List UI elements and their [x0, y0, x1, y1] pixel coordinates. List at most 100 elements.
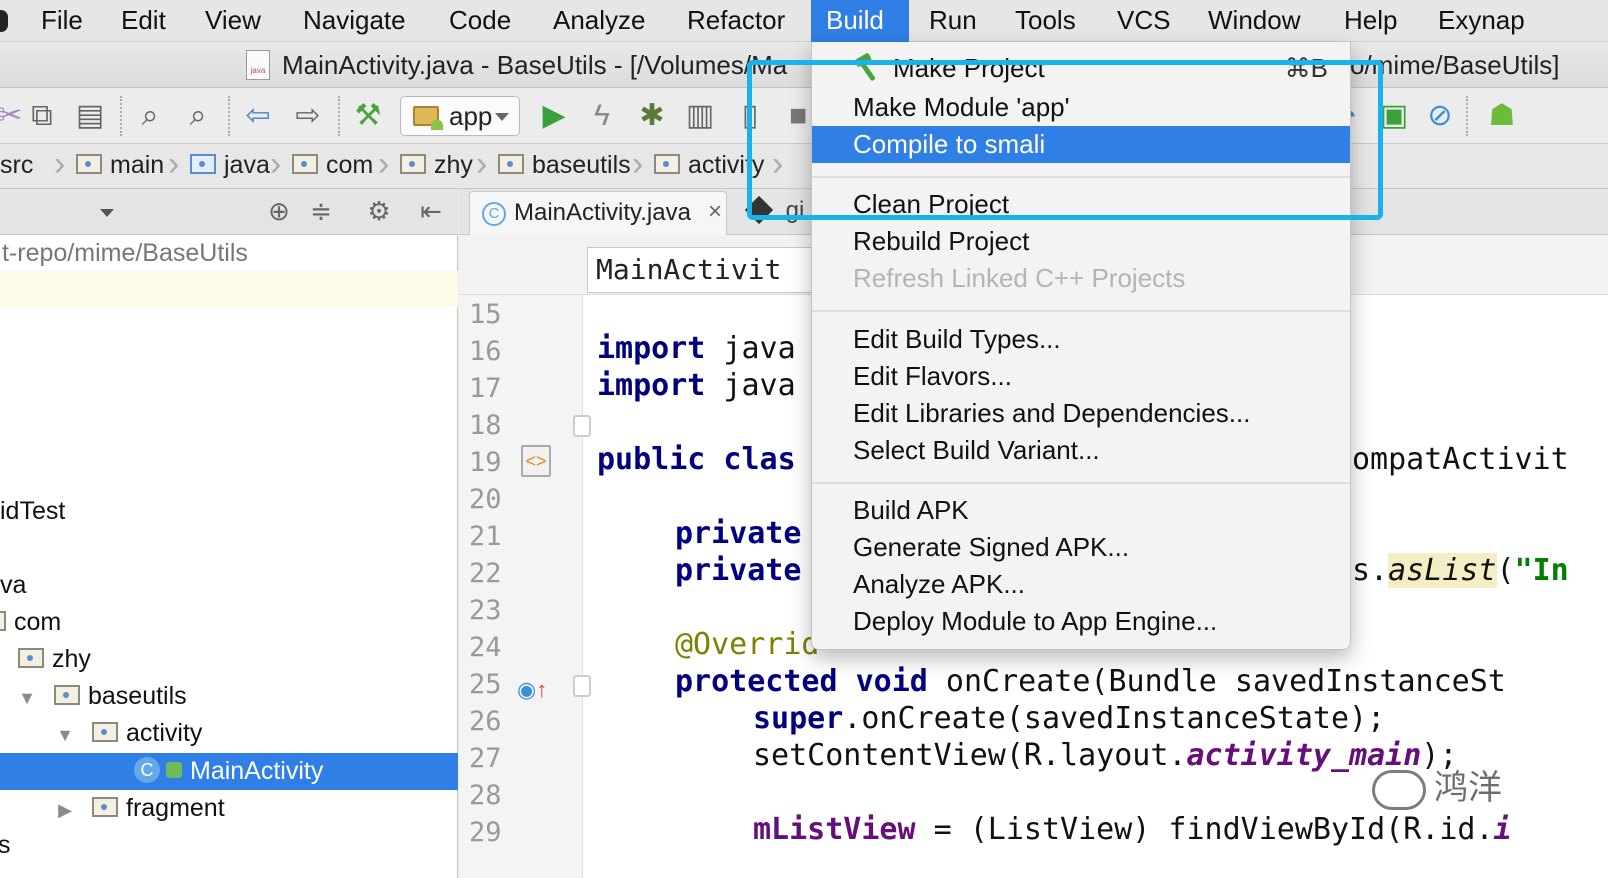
profile-icon[interactable]: ▥ [682, 98, 718, 134]
tree-item-com[interactable]: com [0, 604, 61, 641]
chevron-down-icon [495, 113, 509, 121]
collapse-arrow-icon[interactable]: ▶ [54, 792, 76, 828]
package-icon [654, 154, 680, 175]
tree-item-res[interactable]: s [0, 827, 11, 864]
menu-view[interactable]: View [190, 0, 276, 42]
forward-icon[interactable]: ⇨ [290, 98, 326, 134]
code-line-17: import java [597, 368, 796, 403]
tree-item-fragment[interactable]: ▶ fragment [54, 790, 225, 827]
paste-icon[interactable]: ▤ [72, 98, 108, 134]
fold-marker-icon[interactable] [573, 415, 591, 437]
override-icon[interactable]: ◉↑ [517, 677, 547, 703]
layout-file-icon[interactable]: <> [521, 445, 551, 477]
android-icon[interactable]: ☗ [1484, 98, 1520, 134]
line-number: 19 [469, 447, 502, 478]
code-line-26: super.onCreate(savedInstanceState); [753, 701, 1386, 736]
menu-edit[interactable]: Edit [106, 0, 181, 42]
code-line-24: @Overrid [675, 627, 820, 662]
menu-exynap[interactable]: Exynap [1423, 0, 1540, 42]
menu-analyze[interactable]: Analyze [538, 0, 661, 42]
menu-item-edit-libraries[interactable]: Edit Libraries and Dependencies... [812, 395, 1350, 432]
class-nav-field[interactable]: MainActivit [587, 247, 847, 293]
apple-icon[interactable] [0, 10, 8, 32]
tree-highlight-row [0, 271, 458, 307]
menu-code[interactable]: Code [434, 0, 526, 42]
block-icon[interactable]: ⊘ [1422, 98, 1458, 134]
menu-item-rebuild-project[interactable]: Rebuild Project [812, 223, 1350, 260]
highlight-callout-box [747, 60, 1383, 220]
fold-marker-icon[interactable] [573, 675, 591, 697]
toolbar-separator [120, 96, 122, 136]
replace-icon[interactable]: ⌕ [180, 98, 216, 134]
project-root-path[interactable]: t-repo/mime/BaseUtils [0, 237, 458, 271]
tab-label: MainActivity.java [514, 199, 691, 226]
hide-panel-icon[interactable]: ⇤ [416, 196, 446, 226]
collapse-all-icon[interactable]: ≑ [306, 196, 336, 226]
android-module-icon [413, 106, 443, 130]
apply-changes-icon[interactable]: ϟ [584, 98, 620, 134]
line-number: 26 [469, 706, 502, 737]
class-icon: C [482, 202, 506, 226]
crumb-baseutils[interactable]: baseutils [498, 144, 631, 188]
lock-icon [166, 762, 182, 779]
tree-item-activity[interactable]: ▼ activity [54, 715, 202, 752]
close-icon[interactable]: × [708, 198, 722, 226]
menu-item-select-build-variant[interactable]: Select Build Variant... [812, 432, 1350, 469]
menu-item-build-apk[interactable]: Build APK [812, 492, 1350, 529]
package-icon [18, 648, 44, 669]
line-number: 22 [469, 558, 502, 589]
expand-arrow-icon[interactable]: ▼ [16, 680, 38, 716]
menu-file[interactable]: File [26, 0, 98, 42]
menu-item-edit-build-types[interactable]: Edit Build Types... [812, 321, 1350, 358]
tree-item-java[interactable]: va [0, 567, 26, 604]
menu-help[interactable]: Help [1329, 0, 1412, 42]
menu-item-deploy-app-engine[interactable]: Deploy Module to App Engine... [812, 603, 1350, 640]
menu-navigate[interactable]: Navigate [288, 0, 421, 42]
locate-icon[interactable]: ⊕ [264, 196, 294, 226]
package-icon [0, 611, 6, 632]
expand-arrow-icon[interactable]: ▼ [54, 717, 76, 753]
chevron-right-icon: › [54, 145, 66, 183]
watermark: 鸿洋 [1372, 760, 1502, 811]
debug-icon[interactable]: ✱ [634, 98, 670, 134]
menu-tools[interactable]: Tools [1000, 0, 1091, 42]
line-number: 21 [469, 521, 502, 552]
code-line-25: protected void onCreate(Bundle savedInst… [675, 664, 1506, 699]
find-icon[interactable]: ⌕ [132, 98, 168, 134]
package-icon [400, 154, 426, 175]
back-icon[interactable]: ⇦ [240, 98, 276, 134]
run-config-select[interactable]: app [400, 96, 520, 136]
tree-item-mainactivity[interactable]: C MainActivity [134, 753, 323, 790]
crumb-java[interactable]: java [190, 144, 270, 188]
menu-run[interactable]: Run [914, 0, 992, 42]
line-number: 29 [469, 817, 502, 848]
tree-item-zhy[interactable]: zhy [18, 641, 91, 678]
copy-icon[interactable]: ⧉ [24, 98, 60, 134]
run-icon[interactable]: ▶ [536, 98, 572, 134]
menu-window[interactable]: Window [1193, 0, 1315, 42]
package-icon [54, 685, 80, 706]
crumb-com[interactable]: com [292, 144, 373, 188]
tab-mainactivity-java[interactable]: C MainActivity.java × [469, 191, 727, 235]
code-line-22-right: s.asList("In [1352, 553, 1569, 588]
menu-item-generate-signed-apk[interactable]: Generate Signed APK... [812, 529, 1350, 566]
chevron-down-icon[interactable] [100, 209, 114, 217]
menu-item-edit-flavors[interactable]: Edit Flavors... [812, 358, 1350, 395]
menu-build[interactable]: Build [811, 0, 909, 42]
tree-item-androidtest[interactable]: idTest [0, 493, 65, 530]
gear-icon[interactable]: ⚙ [364, 196, 394, 226]
menu-refactor[interactable]: Refactor [672, 0, 800, 42]
crumb-src[interactable]: src [0, 144, 33, 188]
menu-vcs[interactable]: VCS [1102, 0, 1185, 42]
tree-item-baseutils[interactable]: ▼ baseutils [16, 678, 187, 715]
menu-item-analyze-apk[interactable]: Analyze APK... [812, 566, 1350, 603]
line-number: 15 [469, 299, 502, 330]
chevron-right-icon: › [632, 145, 644, 183]
project-panel-header: ⊕ ≑ ⚙ ⇤ [0, 189, 458, 235]
menu-separator [812, 310, 1350, 312]
crumb-main[interactable]: main [76, 144, 164, 188]
crumb-zhy[interactable]: zhy [400, 144, 473, 188]
code-line-16: import java [597, 331, 796, 366]
make-hammer-icon[interactable]: ⚒ [350, 98, 386, 134]
run-config-label: app [449, 101, 493, 131]
